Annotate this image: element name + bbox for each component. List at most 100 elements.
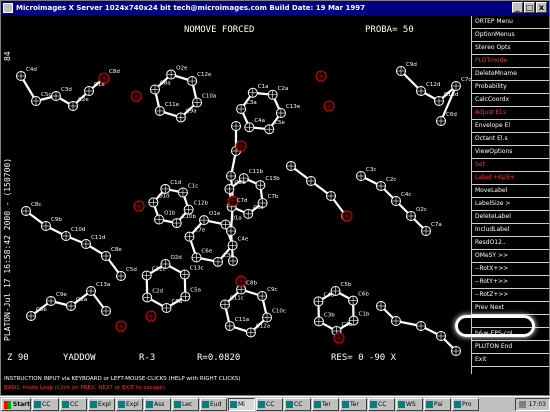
atom-label: C9a	[186, 108, 197, 114]
atom-label: C12d	[426, 82, 440, 88]
menu-item[interactable]: PLUTON End	[472, 341, 549, 354]
taskbar-button[interactable]: Ter	[312, 398, 339, 411]
task-icon	[230, 401, 237, 408]
atom-label: C10d	[71, 227, 85, 233]
menu-item[interactable]: Label +Kp5+	[472, 172, 549, 185]
atom-label: C4c	[401, 192, 411, 198]
start-button[interactable]: Start	[1, 398, 31, 411]
footer-r-value: R=0.0820	[197, 353, 240, 363]
menu-item[interactable]: Set	[472, 159, 549, 172]
menu-item[interactable]: Prev Next	[472, 302, 549, 315]
footer-res: RES= 0 -90 X	[331, 353, 397, 363]
task-icon	[370, 401, 377, 408]
atom-label: O1a	[231, 216, 242, 222]
atom-label: C8e	[36, 307, 47, 313]
atom-label: C7e	[194, 228, 205, 234]
x-server-window: Microimages X Server 1024x740x24 bit tec…	[0, 0, 550, 396]
atom-label: C8c	[31, 202, 41, 208]
menu-item[interactable]: ViewOptions	[472, 146, 549, 159]
speaker-icon[interactable]	[518, 401, 526, 408]
task-icon	[146, 401, 153, 408]
atom-label: C6a	[172, 299, 183, 305]
menu-item[interactable]: ResdO12..	[472, 237, 549, 250]
menu-item[interactable]: OMeSY >>	[472, 250, 549, 263]
atom-label: C13e	[286, 104, 301, 110]
maximize-button[interactable]: □	[524, 2, 535, 13]
menu-item[interactable]	[472, 315, 549, 328]
atom-label: C3b	[324, 312, 335, 318]
menu-item[interactable]: Exit	[472, 354, 549, 367]
atom-label: C3e	[223, 253, 234, 259]
taskbar-button[interactable]: Pro	[452, 398, 479, 411]
menu-item[interactable]: MoveLabel	[472, 185, 549, 198]
taskbar-button[interactable]: CC	[60, 398, 87, 411]
atom-label: O2e	[176, 66, 188, 72]
menu-item[interactable]: Stereo Opts	[472, 42, 549, 55]
taskbar-button[interactable]: Pai	[424, 398, 451, 411]
menu-item[interactable]: CalcCoordx	[472, 94, 549, 107]
taskbar-button[interactable]: Ass	[144, 398, 171, 411]
menu-item[interactable]: --RotZ+>>	[472, 289, 549, 302]
menu-item[interactable]: IncludLabel	[472, 224, 549, 237]
atom-label: C8d	[109, 69, 120, 75]
taskbar-button[interactable]: WS	[396, 398, 423, 411]
task-label: CC	[266, 401, 275, 408]
taskbar-button[interactable]: Lec	[172, 398, 199, 411]
menu-item[interactable]: PLOTmode	[472, 55, 549, 68]
menu-item[interactable]: ORTEP Menu	[472, 16, 549, 29]
footer-r3: R-3	[139, 353, 155, 363]
atom-label: C7b	[268, 194, 279, 200]
atom-label: C10b	[182, 214, 197, 220]
taskbar-button[interactable]: CC	[284, 398, 311, 411]
atom-label: C11d	[91, 235, 105, 241]
menu-item[interactable]: OptionMenus	[472, 29, 549, 42]
title-bar[interactable]: Microimages X Server 1024x740x24 bit tec…	[1, 1, 549, 15]
task-list: CC CC Expl Expl Ass Lec Eud Mi CC CC Ter Ter CC WS Pai…	[32, 398, 479, 411]
atom-label: C5e	[274, 120, 285, 126]
atom-label: O2d	[170, 255, 181, 261]
atom-label: C13a	[96, 282, 110, 288]
taskbar-button[interactable]: CC	[368, 398, 395, 411]
atom-label: C8e	[111, 247, 122, 253]
menu-item[interactable]: LabelSize >	[472, 198, 549, 211]
taskbar-button[interactable]: Eud	[200, 398, 227, 411]
menu-item[interactable]: DeleteLabel	[472, 211, 549, 224]
atom-label: C6c	[253, 205, 263, 211]
task-icon	[202, 401, 209, 408]
task-icon	[398, 401, 405, 408]
menu-item[interactable]: Probability	[472, 81, 549, 94]
atom-label: O2b	[234, 180, 246, 186]
menu-item[interactable]: --RotY+>>	[472, 276, 549, 289]
atom-label: O1e	[209, 211, 221, 217]
menu-item[interactable]: b&w-EPS-col	[472, 328, 549, 341]
menu-item[interactable]: Adjust El.s	[472, 107, 549, 120]
molecule-canvas[interactable]: NOMOVE FORCED PROBA= 50 84 PLATON-Jul 17…	[1, 16, 471, 364]
menu-item[interactable]: Envelope El	[472, 120, 549, 133]
system-tray: 17:03	[514, 398, 550, 411]
atom-label: C10a	[202, 94, 216, 100]
taskbar-button[interactable]: CC	[32, 398, 59, 411]
task-label: CC	[70, 401, 79, 408]
atom-label: C2a	[278, 86, 289, 92]
atom-label: C6e	[201, 248, 212, 254]
app-icon[interactable]	[3, 3, 13, 13]
taskbar-button[interactable]: CC	[256, 398, 283, 411]
taskbar-button[interactable]: Mi	[228, 398, 255, 411]
task-label: Expl	[126, 401, 139, 408]
atom-label: C12c	[152, 266, 166, 272]
atom-label: C1c	[188, 184, 198, 190]
task-icon	[426, 401, 433, 408]
taskbar-button[interactable]: Expl	[88, 398, 115, 411]
menu-item[interactable]: --RotX+>>	[472, 263, 549, 276]
close-button[interactable]: x	[536, 2, 547, 13]
instruction-line: INSTRUCTION INPUT via KEYBOARD or LEFT-M…	[4, 376, 241, 382]
minimize-button[interactable]: _	[512, 2, 523, 13]
task-icon	[90, 401, 97, 408]
footer-z: Z 90	[7, 353, 29, 363]
taskbar-button[interactable]: Ter	[340, 398, 367, 411]
menu-item[interactable]: DeleteMname	[472, 68, 549, 81]
taskbar-button[interactable]: Expl	[116, 398, 143, 411]
task-icon	[174, 401, 181, 408]
atom-label: C2b	[341, 322, 352, 328]
menu-item[interactable]: Octant El.s	[472, 133, 549, 146]
